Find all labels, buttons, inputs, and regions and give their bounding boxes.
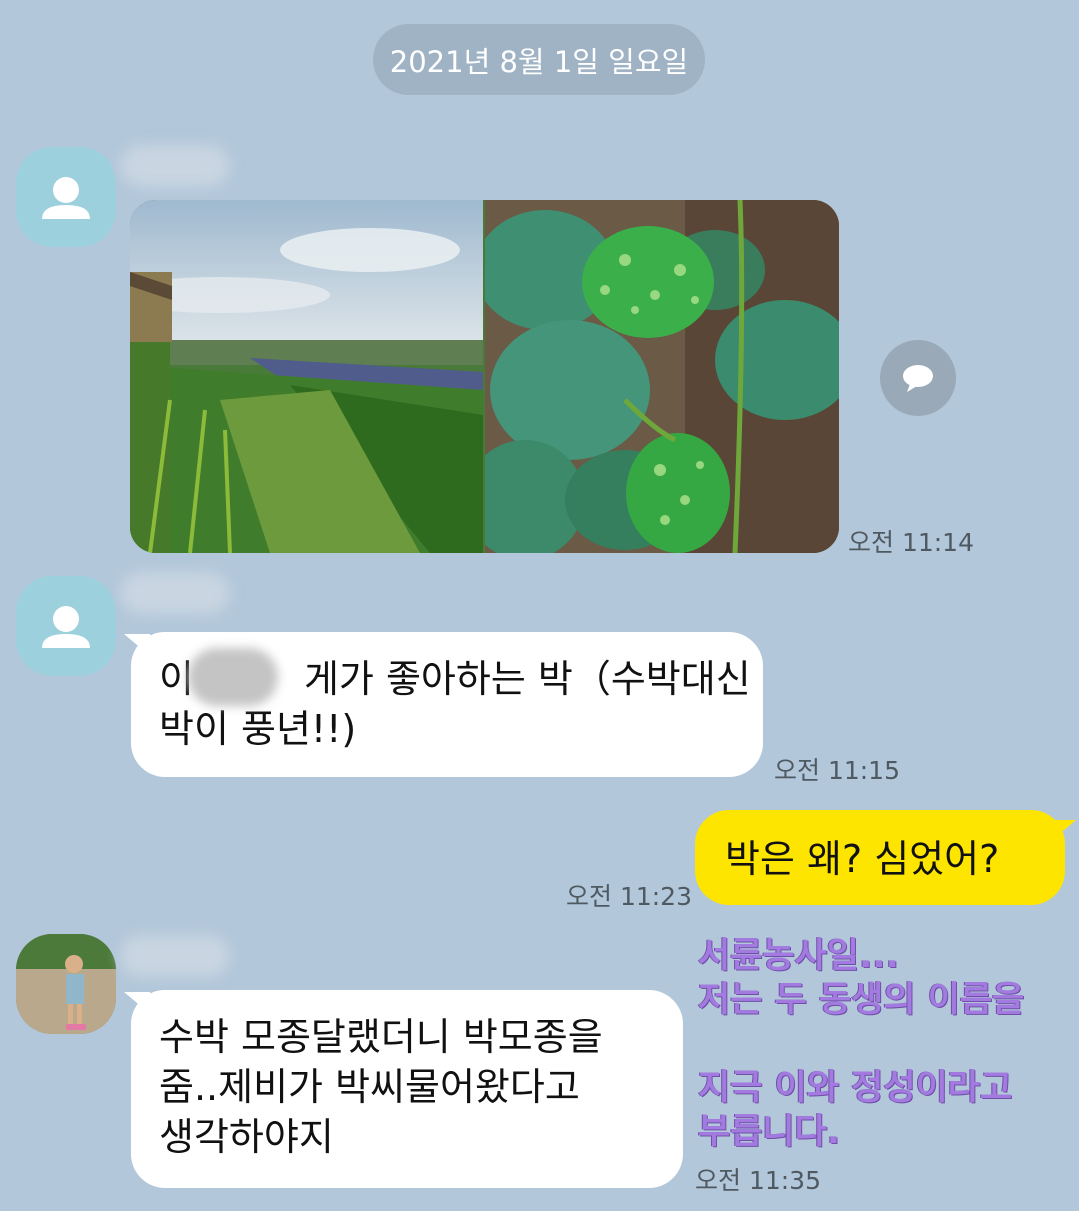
- caption-line: 부릅니다.: [698, 1112, 841, 1152]
- speech-bubble-icon: [903, 365, 933, 392]
- message-line: 생각하야지: [159, 1115, 334, 1159]
- overlay-caption: 서륜농사일... 저는 두 동생의 이름을 지극 이와 정성이라고 부릅니다.: [698, 934, 1073, 1154]
- gourds-on-vine-photo[interactable]: [485, 200, 839, 553]
- sender-name: [120, 935, 230, 977]
- caption-line: 지극 이와 정성이라고: [698, 1068, 1013, 1108]
- message-line: 박이 풍년!!): [159, 707, 357, 751]
- bubble-tail: [1050, 820, 1076, 842]
- caption-line: 서륜농사일...: [698, 936, 899, 976]
- caption-line: [698, 1022, 1073, 1066]
- redacted-name: [188, 648, 278, 706]
- date-divider: 2021년 8월 1일 일요일: [373, 24, 705, 95]
- sender-name: [120, 572, 230, 614]
- message-time: 오전 11:35: [695, 1166, 821, 1195]
- farm-field-photo[interactable]: [130, 200, 483, 553]
- caption-line: 저는 두 동생의 이름을: [698, 980, 1025, 1020]
- share-button[interactable]: [880, 340, 956, 416]
- default-person-icon: [42, 606, 90, 648]
- message-line: 수박 모종달랬더니 박모종을: [159, 1015, 603, 1059]
- message-time: 오전 11:15: [774, 756, 900, 785]
- photo-grid[interactable]: [130, 200, 839, 553]
- message-time: 오전 11:14: [848, 528, 974, 557]
- sender-avatar[interactable]: [16, 934, 116, 1034]
- my-message-bubble[interactable]: 박은 왜? 심었어?: [695, 810, 1065, 905]
- default-person-icon: [42, 177, 90, 219]
- sender-avatar[interactable]: [16, 147, 116, 247]
- sender-avatar[interactable]: [16, 576, 116, 676]
- message-line: 줌..제비가 박씨물어왔다고: [159, 1065, 580, 1109]
- sender-name: [120, 145, 230, 187]
- message-line: 박은 왜? 심었어?: [725, 837, 1000, 881]
- message-bubble[interactable]: 수박 모종달랬더니 박모종을 줌..제비가 박씨물어왔다고 생각하야지: [131, 990, 683, 1188]
- child-photo-avatar: [16, 934, 116, 1034]
- message-time: 오전 11:23: [566, 882, 692, 911]
